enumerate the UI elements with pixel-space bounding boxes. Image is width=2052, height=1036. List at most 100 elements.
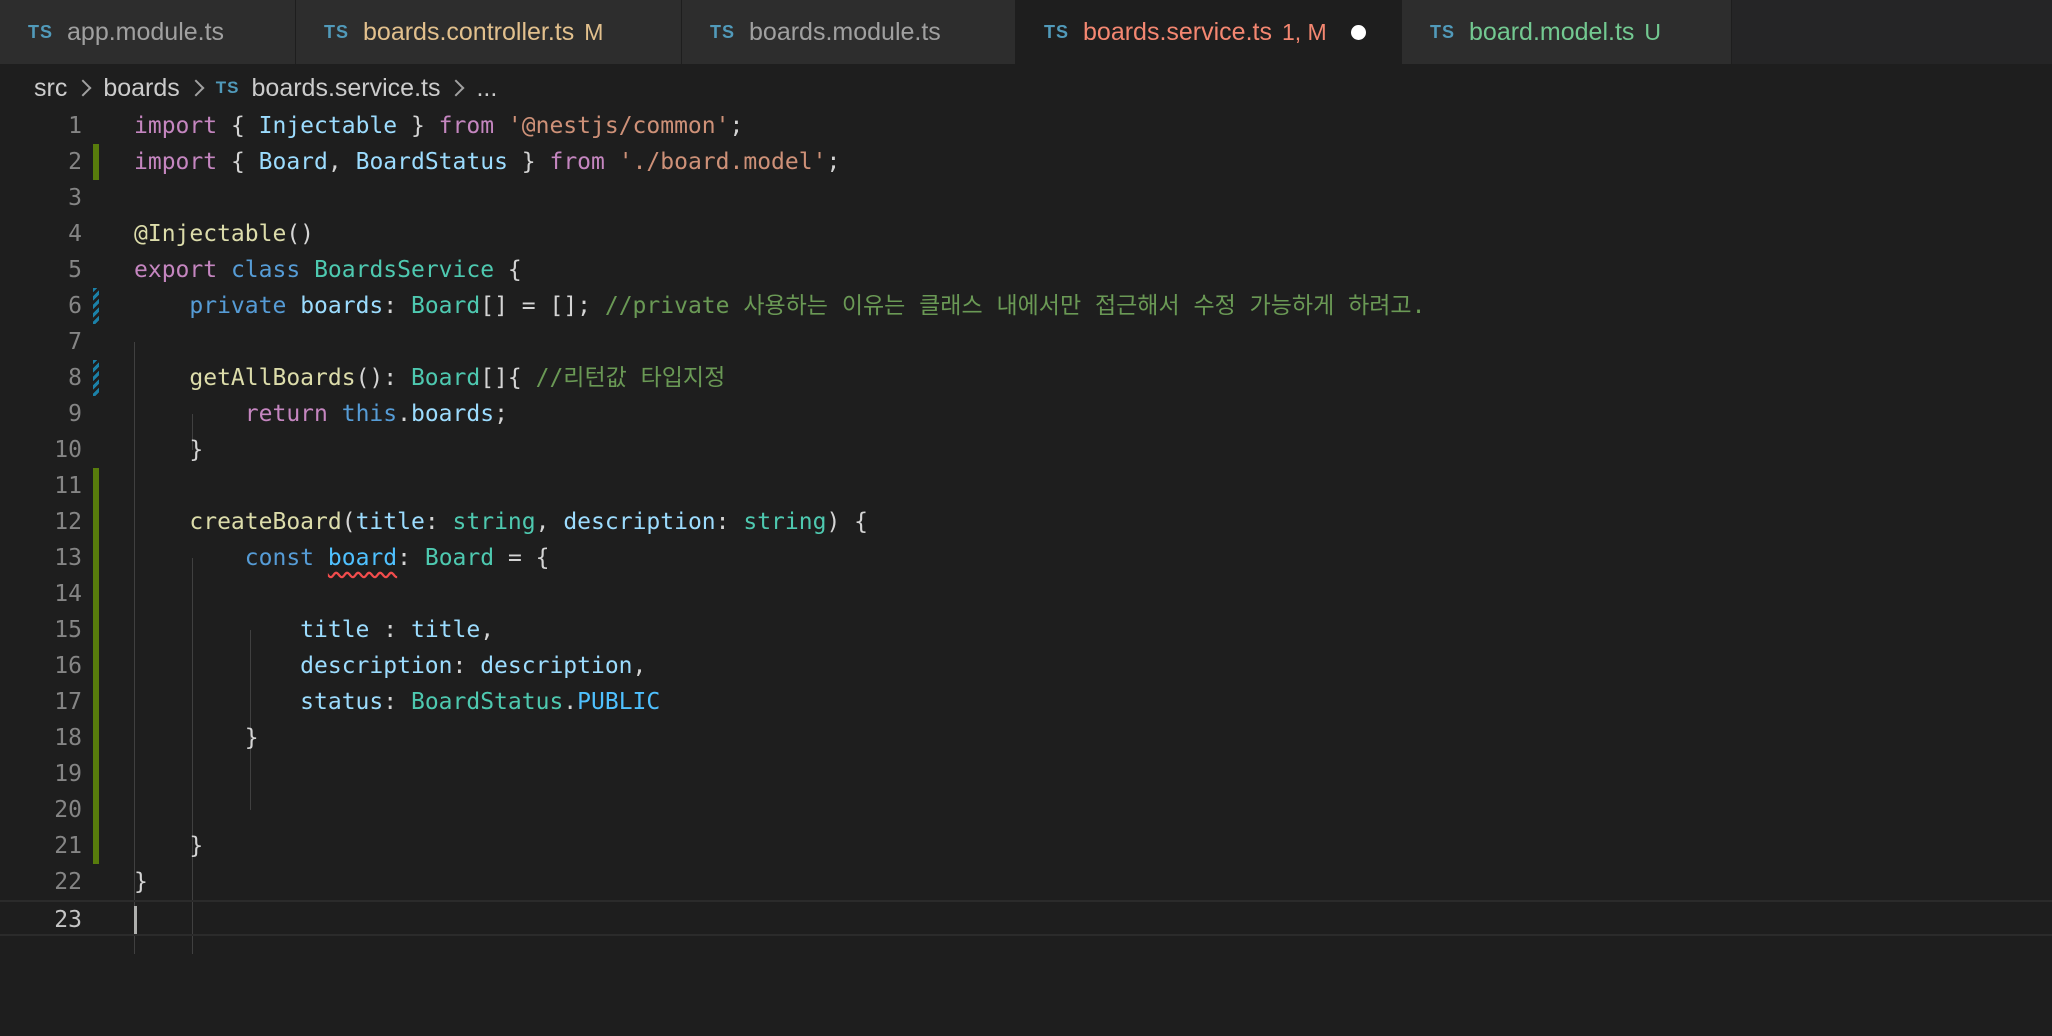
code-line[interactable]: 3 — [0, 180, 2052, 216]
code-token: Board — [410, 293, 481, 319]
git-added-marker[interactable] — [93, 540, 99, 576]
git-added-marker[interactable] — [93, 576, 99, 612]
code-token: , — [480, 617, 495, 643]
code-line[interactable]: 20 — [0, 792, 2052, 828]
code-line[interactable]: 13 const board: Board = { — [0, 540, 2052, 576]
code-line[interactable]: 19 — [0, 756, 2052, 792]
tab-app-module[interactable]: TS app.module.ts — [0, 0, 296, 64]
git-added-marker[interactable] — [93, 720, 99, 756]
code-line[interactable]: 11 — [0, 468, 2052, 504]
code-token: [] = []; — [480, 293, 605, 319]
tab-boards-controller[interactable]: TS boards.controller.ts M — [296, 0, 682, 64]
code-text: const board: Board = { — [134, 540, 550, 576]
breadcrumb-boards[interactable]: boards — [103, 74, 179, 103]
breadcrumb-file[interactable]: boards.service.ts — [252, 74, 441, 103]
code-token: (): — [355, 365, 411, 391]
line-number: 7 — [68, 329, 82, 355]
typescript-file-icon: TS — [1044, 21, 1070, 42]
code-line[interactable]: 10 } — [0, 432, 2052, 468]
code-line[interactable]: 6 private boards: Board[] = []; //privat… — [0, 288, 2052, 324]
tab-boards-module[interactable]: TS boards.module.ts — [682, 0, 1016, 64]
code-line[interactable]: 4 @Injectable() — [0, 216, 2052, 252]
git-modified-marker[interactable] — [93, 288, 99, 324]
code-token: } — [134, 869, 148, 895]
code-token: this — [341, 401, 398, 427]
tab-label: app.module.ts — [67, 17, 225, 46]
code-token: , — [327, 149, 356, 175]
code-editor[interactable]: 1 import { Injectable } from '@nestjs/com… — [0, 108, 2052, 1036]
code-token: //private 사용하는 이유는 클래스 내에서만 접근해서 수정 가능하게… — [604, 293, 1426, 319]
code-text: description: description, — [134, 648, 646, 684]
code-token: { — [494, 257, 522, 283]
line-number: 14 — [54, 581, 82, 607]
code-token: title — [355, 509, 425, 535]
unsaved-changes-dot-icon[interactable] — [1350, 24, 1366, 40]
code-text: createBoard(title: string, description: … — [134, 504, 868, 540]
code-line[interactable]: 17 status: BoardStatus.PUBLIC — [0, 684, 2052, 720]
breadcrumb-src[interactable]: src — [34, 74, 67, 103]
tab-board-model[interactable]: TS board.model.ts U — [1402, 0, 1732, 64]
code-line[interactable]: 1 import { Injectable } from '@nestjs/com… — [0, 108, 2052, 144]
code-line[interactable]: 16 description: description, — [0, 648, 2052, 684]
typescript-file-icon: TS — [215, 78, 240, 97]
code-token: '@nestjs/common' — [507, 113, 730, 139]
line-number: 21 — [54, 833, 82, 859]
line-number: 17 — [54, 689, 82, 715]
code-token: { — [217, 113, 259, 139]
code-line[interactable]: 23 — [0, 900, 2052, 936]
code-token: import — [134, 149, 218, 175]
git-added-marker[interactable] — [93, 684, 99, 720]
code-line[interactable]: 9 return this.boards; — [0, 396, 2052, 432]
git-added-marker[interactable] — [93, 756, 99, 792]
code-token: () — [286, 221, 315, 247]
code-line[interactable]: 8 getAllBoards(): Board[]{ //리턴값 타입지정 — [0, 360, 2052, 396]
git-added-marker[interactable] — [93, 612, 99, 648]
typescript-file-icon: TS — [710, 21, 736, 42]
code-line[interactable]: 2 import { Board, BoardStatus } from './b… — [0, 144, 2052, 180]
tab-label: boards.service.ts — [1083, 17, 1272, 46]
code-line[interactable]: 18 } — [0, 720, 2052, 756]
code-token: ) { — [826, 509, 868, 535]
code-token: } — [134, 725, 259, 751]
git-modified-marker[interactable] — [93, 360, 99, 396]
git-added-marker[interactable] — [93, 648, 99, 684]
code-token: , — [535, 509, 564, 535]
code-token: return — [244, 401, 328, 427]
code-token: status — [300, 689, 384, 715]
tab-boards-service[interactable]: TS boards.service.ts 1, M — [1016, 0, 1402, 64]
code-line[interactable]: 12 createBoard(title: string, descriptio… — [0, 504, 2052, 540]
line-number: 8 — [68, 365, 82, 391]
editor-tab-bar: TS app.module.ts TS boards.controller.ts… — [0, 0, 2052, 64]
code-token: ; — [729, 113, 744, 139]
code-line[interactable]: 22} — [0, 864, 2052, 900]
code-token: Board — [258, 149, 328, 175]
code-line[interactable]: 21 } — [0, 828, 2052, 864]
code-line[interactable]: 15 title : title, — [0, 612, 2052, 648]
git-added-marker[interactable] — [93, 468, 99, 504]
git-added-marker[interactable] — [93, 144, 99, 180]
line-number: 4 — [68, 221, 82, 247]
code-token: description — [563, 509, 716, 535]
breadcrumb: src boards TS boards.service.ts ... — [34, 70, 497, 106]
code-line[interactable]: 5 export class BoardsService { — [0, 252, 2052, 288]
code-text: status: BoardStatus.PUBLIC — [134, 684, 660, 720]
code-line[interactable]: 14 — [0, 576, 2052, 612]
git-added-marker[interactable] — [93, 504, 99, 540]
code-token: boards — [410, 401, 495, 427]
breadcrumb-symbols[interactable]: ... — [476, 74, 497, 103]
code-text: title : title, — [134, 612, 494, 648]
code-token: []{ — [480, 365, 536, 391]
line-number: 20 — [54, 797, 82, 823]
code-line[interactable]: 7 — [0, 324, 2052, 360]
code-token: boards — [300, 293, 384, 319]
code-text: import { Injectable } from '@nestjs/comm… — [134, 108, 743, 144]
git-added-marker[interactable] — [93, 828, 99, 864]
code-text: } — [134, 864, 148, 900]
git-added-marker[interactable] — [93, 792, 99, 828]
code-token: : — [369, 617, 411, 643]
